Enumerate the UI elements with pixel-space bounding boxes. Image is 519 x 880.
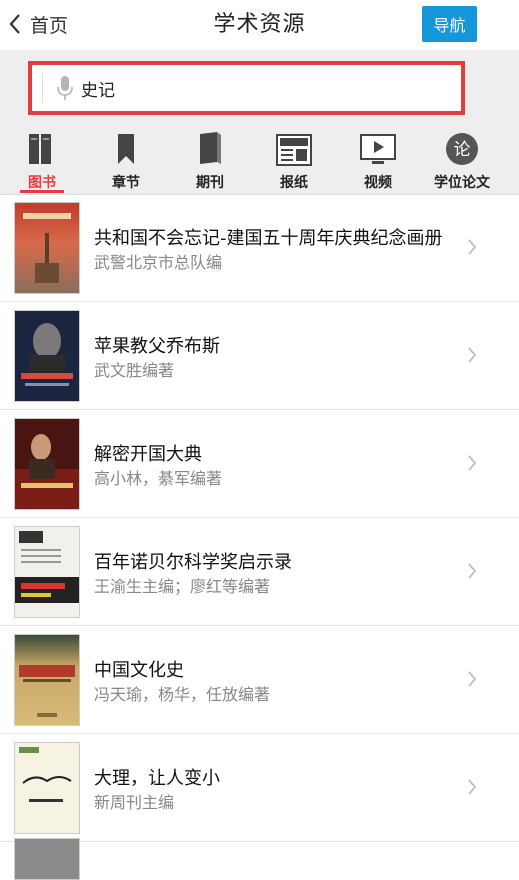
list-item[interactable]: 大理，让人变小 新周刊主编 xyxy=(0,734,519,842)
book-list: 共和国不会忘记-建国五十周年庆典纪念画册 武警北京市总队编 苹果教父乔布斯 武文… xyxy=(0,194,519,880)
chevron-right-icon xyxy=(468,671,477,687)
tab-journals-label: 期刊 xyxy=(196,175,224,191)
nav-button[interactable]: 导航 xyxy=(422,6,477,42)
list-item[interactable]: 苹果教父乔布斯 武文胜编著 xyxy=(0,302,519,410)
journal-icon xyxy=(168,128,252,166)
books-icon xyxy=(0,128,84,166)
tab-theses-label: 学位论文 xyxy=(434,175,490,191)
chevron-right-icon xyxy=(468,779,477,795)
book-author: 武警北京市总队编 xyxy=(94,253,223,272)
newspaper-icon xyxy=(252,128,336,166)
book-cover xyxy=(14,418,80,510)
list-item[interactable]: 百年诺贝尔科学奖启示录 王渝生主编；廖红等编著 xyxy=(0,518,519,626)
list-item[interactable]: 共和国不会忘记-建国五十周年庆典纪念画册 武警北京市总队编 xyxy=(0,194,519,302)
bookmark-icon xyxy=(84,128,168,166)
search-area: 史记 xyxy=(0,50,519,122)
tab-books[interactable]: 图书 xyxy=(0,128,84,193)
book-cover xyxy=(14,526,80,618)
book-cover xyxy=(14,742,80,834)
tab-journals[interactable]: 期刊 xyxy=(168,128,252,192)
list-item[interactable]: 解密开国大典 高小林，綦军编著 xyxy=(0,410,519,518)
book-title: 解密开国大典 xyxy=(94,444,202,465)
book-cover-partial xyxy=(14,838,80,880)
search-query: 史记 xyxy=(81,80,115,101)
book-title: 中国文化史 xyxy=(94,660,184,681)
book-author: 王渝生主编；廖红等编著 xyxy=(94,577,271,596)
search-input[interactable]: 史记 xyxy=(28,61,465,115)
book-author: 新周刊主编 xyxy=(94,793,175,812)
tab-theses[interactable]: 论 学位论文 xyxy=(420,128,504,192)
book-title: 共和国不会忘记-建国五十周年庆典纪念画册 xyxy=(94,228,443,249)
tab-newspapers[interactable]: 报纸 xyxy=(252,128,336,192)
active-tab-indicator xyxy=(20,190,64,193)
tab-newspapers-label: 报纸 xyxy=(280,175,308,191)
tab-chapters[interactable]: 章节 xyxy=(84,128,168,192)
book-author: 高小林，綦军编著 xyxy=(94,469,223,488)
book-title: 百年诺贝尔科学奖启示录 xyxy=(94,552,292,573)
chevron-right-icon xyxy=(468,239,477,255)
chevron-right-icon xyxy=(468,455,477,471)
book-title: 大理，让人变小 xyxy=(94,768,220,789)
book-author: 冯天瑜，杨华，任放编著 xyxy=(94,685,271,704)
chevron-right-icon xyxy=(468,563,477,579)
svg-text:论: 论 xyxy=(454,140,471,160)
book-cover xyxy=(14,310,80,402)
video-icon xyxy=(336,128,420,166)
book-cover xyxy=(14,634,80,726)
search-divider xyxy=(42,73,43,103)
chevron-right-icon xyxy=(468,347,477,363)
thesis-icon: 论 xyxy=(420,128,504,166)
list-item[interactable]: 中国文化史 冯天瑜，杨华，任放编著 xyxy=(0,626,519,734)
book-title: 苹果教父乔布斯 xyxy=(94,336,220,357)
tab-videos[interactable]: 视频 xyxy=(336,128,420,192)
book-author: 武文胜编著 xyxy=(94,361,175,380)
microphone-icon[interactable] xyxy=(57,75,73,101)
tab-books-label: 图书 xyxy=(28,175,56,191)
tab-videos-label: 视频 xyxy=(364,175,392,191)
app-header: 首页 学术资源 导航 xyxy=(0,0,519,48)
category-tabs: 图书 章节 期刊 报纸 视频 论 学位论文 xyxy=(0,122,519,195)
tab-chapters-label: 章节 xyxy=(112,175,140,191)
book-cover xyxy=(14,202,80,294)
